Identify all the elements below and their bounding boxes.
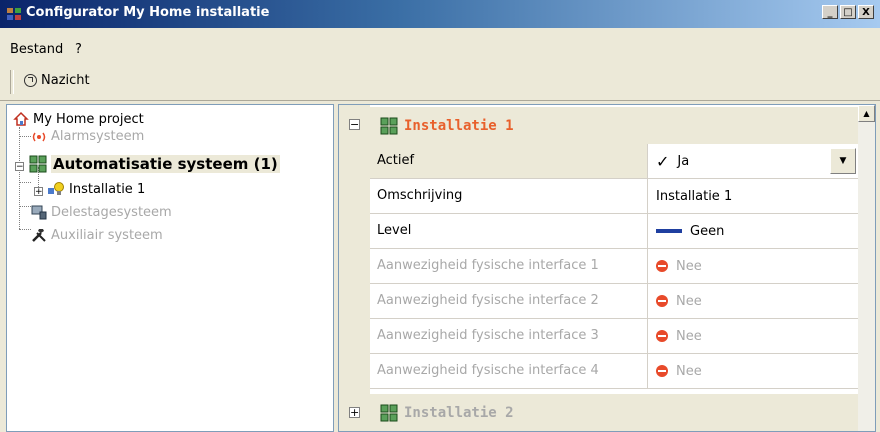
tree-item-label: Delestagesysteem (51, 204, 172, 220)
tree-item-label: Auxiliair systeem (51, 227, 163, 243)
home-icon (13, 111, 29, 126)
property-row-interface-4[interactable]: Aanwezigheid fysische interface 4 Nee (370, 354, 858, 389)
tree-item-label: Automatisatie systeem (1) (51, 155, 280, 173)
tree-expander-collapse[interactable]: − (15, 162, 24, 172)
title-bar: Configurator My Home installatie _ □ X (0, 0, 880, 28)
interface-3-field[interactable]: Nee (648, 319, 858, 353)
checkmark-icon: ✓ (656, 151, 670, 171)
tools-icon (32, 229, 46, 242)
nazicht-button[interactable]: Nazicht (24, 73, 90, 88)
tree-item-label: Alarmsysteem (51, 129, 145, 144)
close-button[interactable]: X (858, 5, 874, 19)
menu-help[interactable]: ? (75, 42, 82, 57)
tree-item-automatisatie[interactable]: Automatisatie systeem (1) (29, 155, 280, 173)
maximize-button[interactable]: □ (840, 5, 856, 19)
project-tree[interactable]: My Home project Alarmsysteem − Automatis… (6, 104, 334, 432)
property-name: Aanwezigheid fysische interface 4 (370, 354, 648, 388)
category-installatie-2[interactable]: Installatie 2 (370, 394, 858, 431)
category-expand-button[interactable]: + (349, 407, 360, 418)
tree-item-alarmsysteem[interactable]: Alarmsysteem (31, 129, 144, 144)
property-name: Aanwezigheid fysische interface 1 (370, 249, 648, 283)
scroll-up-icon[interactable]: ▲ (858, 105, 875, 122)
property-row-level[interactable]: Level Geen (370, 214, 858, 249)
automation-grid-icon (380, 117, 398, 134)
automation-grid-icon (29, 155, 47, 173)
property-row-interface-3[interactable]: Aanwezigheid fysische interface 3 Nee (370, 319, 858, 354)
property-value: Nee (676, 363, 702, 379)
tree-item-label: Installatie 1 (69, 181, 146, 197)
chevron-down-icon[interactable]: ▼ (830, 148, 856, 174)
nazicht-label: Nazicht (41, 73, 90, 88)
property-row-interface-1[interactable]: Aanwezigheid fysische interface 1 Nee (370, 249, 858, 284)
alarm-icon (32, 132, 46, 141)
property-name: Omschrijving (370, 179, 648, 213)
property-value: Nee (676, 293, 702, 309)
property-grid: − Installatie 1 Actief ✓ Ja ▼ Omschrijvi… (338, 104, 876, 432)
property-value: Nee (676, 258, 702, 274)
installation-bulb-icon (48, 182, 64, 195)
property-name: Aanwezigheid fysische interface 3 (370, 319, 648, 353)
no-entry-icon (656, 260, 668, 272)
automation-grid-icon (380, 404, 398, 421)
property-value: Installatie 1 (656, 188, 733, 204)
minimize-button[interactable]: _ (822, 5, 838, 19)
interface-4-field[interactable]: Nee (648, 354, 858, 388)
menu-bestand[interactable]: Bestand (10, 42, 63, 57)
tree-expander-expand[interactable]: + (34, 187, 43, 197)
tree-root[interactable]: My Home project (13, 111, 144, 127)
property-value: Nee (676, 328, 702, 344)
toolbar: Nazicht (0, 62, 880, 101)
category-label: Installatie 1 (404, 117, 514, 134)
omschrijving-field[interactable]: Installatie 1 (648, 179, 858, 213)
window-title: Configurator My Home installatie (26, 5, 270, 20)
interface-1-field[interactable]: Nee (648, 249, 858, 283)
property-row-omschrijving[interactable]: Omschrijving Installatie 1 (370, 179, 858, 214)
vertical-scrollbar[interactable]: ▲ (858, 105, 875, 431)
actief-dropdown[interactable]: ✓ Ja ▼ (648, 144, 858, 178)
category-label: Installatie 2 (404, 404, 514, 421)
menu-bar: Bestand ? (0, 28, 880, 62)
category-collapse-button[interactable]: − (349, 119, 360, 130)
property-row-actief[interactable]: Actief ✓ Ja ▼ (370, 144, 858, 179)
property-value: Geen (690, 223, 725, 239)
tree-item-auxiliair[interactable]: Auxiliair systeem (31, 227, 163, 243)
interface-2-field[interactable]: Nee (648, 284, 858, 318)
category-installatie-1[interactable]: Installatie 1 (370, 107, 858, 144)
app-icon (7, 8, 21, 20)
level-bar-icon (656, 229, 682, 233)
toolbar-separator (10, 70, 14, 94)
level-field[interactable]: Geen (648, 214, 858, 248)
no-entry-icon (656, 295, 668, 307)
tree-root-label: My Home project (33, 111, 144, 127)
tree-item-delestagesysteem[interactable]: Delestagesysteem (31, 204, 172, 220)
no-entry-icon (656, 365, 668, 377)
tree-item-installatie-1[interactable]: Installatie 1 (47, 181, 145, 197)
delestage-icon (31, 205, 47, 220)
no-entry-icon (656, 330, 668, 342)
property-row-interface-2[interactable]: Aanwezigheid fysische interface 2 Nee (370, 284, 858, 319)
property-value: Ja (677, 153, 690, 169)
property-name: Level (370, 214, 648, 248)
property-name: Actief (370, 144, 648, 178)
property-name: Aanwezigheid fysische interface 2 (370, 284, 648, 318)
check-circle-icon (24, 74, 37, 87)
